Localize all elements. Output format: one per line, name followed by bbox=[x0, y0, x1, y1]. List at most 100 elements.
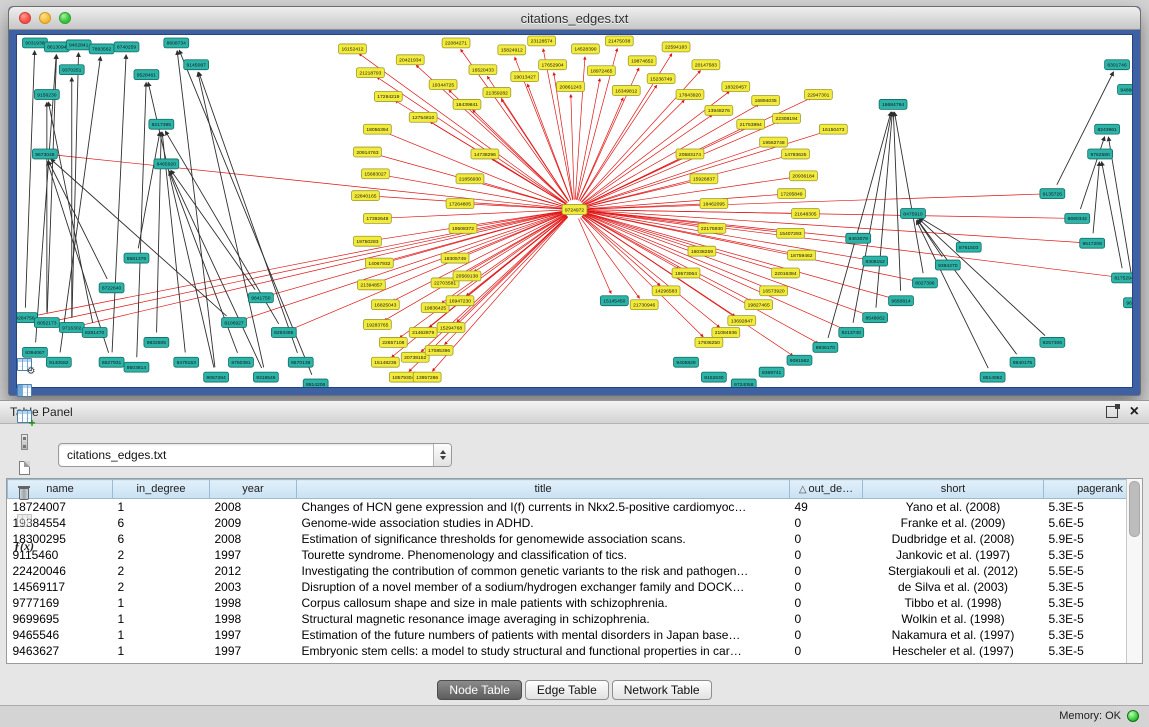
graph-node[interactable]: 15824912 bbox=[498, 45, 526, 55]
graph-node[interactable]: 8514962 bbox=[980, 372, 1005, 382]
rows-button[interactable] bbox=[10, 429, 38, 455]
table-cell[interactable]: Structural magnetic resonance image aver… bbox=[297, 611, 790, 627]
graph-node[interactable]: 14067932 bbox=[365, 258, 393, 268]
graph-node[interactable]: 16152412 bbox=[339, 44, 367, 54]
graph-node[interactable]: 22016384 bbox=[772, 268, 800, 278]
citation-edge-red[interactable] bbox=[583, 104, 759, 204]
graph-node[interactable]: 8243961 bbox=[1095, 124, 1120, 134]
table-cell[interactable]: 1998 bbox=[210, 611, 297, 627]
graph-node[interactable]: 8479153 bbox=[174, 357, 199, 367]
table-cell[interactable]: Tibbo et al. (1998) bbox=[863, 595, 1044, 611]
table-cell[interactable]: 0 bbox=[790, 531, 863, 547]
table-cell[interactable]: Disruption of a novel member of a sodium… bbox=[297, 579, 790, 595]
citation-edge-red[interactable] bbox=[55, 212, 565, 321]
table-row[interactable]: 977716911998Corpus callosum shape and si… bbox=[8, 595, 1127, 611]
table-mode-button[interactable] bbox=[10, 351, 38, 377]
tab-node-table[interactable]: Node Table bbox=[437, 680, 522, 700]
graph-node[interactable]: 9641750 bbox=[248, 293, 273, 303]
citation-edge-red[interactable] bbox=[468, 204, 565, 209]
table-cell[interactable]: 1 bbox=[113, 611, 210, 627]
graph-node[interactable]: 21084936 bbox=[712, 328, 740, 338]
graph-node[interactable]: 9405829 bbox=[674, 357, 699, 367]
table-cell[interactable]: Hescheler et al. (1997) bbox=[863, 643, 1044, 659]
table-cell[interactable]: Yano et al. (2008) bbox=[863, 499, 1044, 516]
graph-node[interactable]: 9716302 bbox=[59, 323, 84, 333]
table-cell[interactable]: 9777169 bbox=[8, 595, 113, 611]
citation-edge-red[interactable] bbox=[584, 121, 780, 205]
graph-node[interactable]: 16038259 bbox=[688, 246, 716, 256]
graph-node[interactable]: 9318546 bbox=[253, 372, 278, 382]
table-cell[interactable]: 0 bbox=[790, 563, 863, 579]
table-cell[interactable]: 5.3E-5 bbox=[1044, 611, 1127, 627]
graph-node[interactable]: 19508372 bbox=[449, 223, 477, 233]
graph-node[interactable]: 9308152 bbox=[863, 256, 888, 266]
graph-node[interactable]: 9145087 bbox=[184, 60, 209, 70]
graph-node[interactable]: 20861243 bbox=[557, 82, 585, 92]
tab-edge-table[interactable]: Edge Table bbox=[525, 680, 609, 700]
graph-node[interactable]: 22594183 bbox=[662, 42, 690, 52]
graph-node[interactable]: 21648305 bbox=[792, 209, 820, 219]
table-row[interactable]: 1938455462009Genome-wide association stu… bbox=[8, 515, 1127, 531]
graph-node[interactable]: 21218793 bbox=[356, 68, 384, 78]
graph-node[interactable]: 8475910 bbox=[901, 209, 926, 219]
table-cell[interactable]: 5.3E-5 bbox=[1044, 643, 1127, 659]
graph-node[interactable]: 18305749 bbox=[441, 253, 469, 263]
graph-node[interactable]: 22308194 bbox=[773, 113, 801, 123]
graph-node[interactable]: 16894035 bbox=[752, 95, 780, 105]
citation-edge-black[interactable] bbox=[1102, 162, 1123, 268]
graph-node[interactable]: 21462879 bbox=[409, 328, 437, 338]
graph-node[interactable]: 20936184 bbox=[790, 171, 818, 181]
graph-node[interactable]: 16150473 bbox=[819, 124, 847, 134]
vertical-scrollbar[interactable] bbox=[1126, 479, 1142, 663]
graph-node[interactable]: 8463079 bbox=[846, 233, 871, 243]
graph-node[interactable]: 8152630 bbox=[701, 372, 726, 382]
graph-node[interactable]: 9528461 bbox=[134, 70, 159, 80]
table-cell[interactable]: Genome-wide association studies in ADHD. bbox=[297, 515, 790, 531]
table-cell[interactable]: 2008 bbox=[210, 499, 297, 516]
column-header-year[interactable]: year bbox=[210, 480, 297, 499]
graph-node[interactable]: 15294768 bbox=[437, 323, 465, 333]
graph-node[interactable]: 8750391 bbox=[229, 357, 254, 367]
table-cell[interactable]: 0 bbox=[790, 595, 863, 611]
graph-node[interactable]: 20147583 bbox=[692, 60, 720, 70]
citation-edge-black[interactable] bbox=[1080, 137, 1104, 209]
graph-node[interactable]: 21856930 bbox=[456, 174, 484, 184]
graph-node[interactable]: 9081562 bbox=[787, 355, 812, 365]
graph-node[interactable]: 8293485 bbox=[271, 328, 296, 338]
table-cell[interactable]: 5.9E-5 bbox=[1044, 531, 1127, 547]
graph-node[interactable]: 21475038 bbox=[605, 36, 633, 46]
graph-node[interactable]: 9517208 bbox=[1080, 238, 1105, 248]
table-cell[interactable]: 2003 bbox=[210, 579, 297, 595]
graph-node[interactable]: 16520433 bbox=[469, 65, 497, 75]
graph-node[interactable]: 19827465 bbox=[745, 300, 773, 310]
graph-node[interactable]: 14738296 bbox=[471, 149, 499, 159]
table-cell[interactable]: 2 bbox=[113, 563, 210, 579]
graph-node[interactable]: 15145450 bbox=[600, 296, 628, 306]
graph-node[interactable]: 9762580 bbox=[1088, 149, 1113, 159]
graph-node[interactable]: 13957286 bbox=[413, 372, 441, 382]
graph-node[interactable]: 17264805 bbox=[446, 199, 474, 209]
table-cell[interactable]: 14569117 bbox=[8, 579, 113, 595]
graph-node[interactable]: 8217395 bbox=[149, 119, 174, 129]
graph-node[interactable]: 18462095 bbox=[700, 199, 728, 209]
table-cell[interactable]: 1 bbox=[113, 499, 210, 516]
citation-edge-red[interactable] bbox=[392, 214, 565, 301]
table-cell[interactable]: 5.3E-5 bbox=[1044, 627, 1127, 643]
table-row[interactable]: 1872400712008Changes of HCN gene express… bbox=[8, 499, 1127, 516]
graph-node[interactable]: 21394857 bbox=[357, 280, 385, 290]
graph-node[interactable]: 23128574 bbox=[528, 36, 556, 46]
graph-node[interactable]: 9140582 bbox=[46, 357, 71, 367]
table-cell[interactable]: Embryonic stem cells: a model to study s… bbox=[297, 643, 790, 659]
table-cell[interactable]: Dudbridge et al. (2008) bbox=[863, 531, 1044, 547]
graph-node[interactable]: 7893562 bbox=[89, 44, 114, 54]
table-cell[interactable]: 5.3E-5 bbox=[1044, 499, 1127, 516]
graph-node[interactable]: 8814206 bbox=[303, 379, 328, 387]
graph-node[interactable]: 13948276 bbox=[705, 105, 733, 115]
graph-node[interactable]: 22657108 bbox=[379, 337, 407, 347]
graph-node[interactable]: 19562748 bbox=[760, 137, 788, 147]
column-header-short[interactable]: short bbox=[863, 480, 1044, 499]
graph-node[interactable]: 21730946 bbox=[630, 300, 658, 310]
new-document-button[interactable] bbox=[10, 455, 38, 481]
table-cell[interactable]: 1997 bbox=[210, 643, 297, 659]
graph-node[interactable]: 19573064 bbox=[672, 268, 700, 278]
